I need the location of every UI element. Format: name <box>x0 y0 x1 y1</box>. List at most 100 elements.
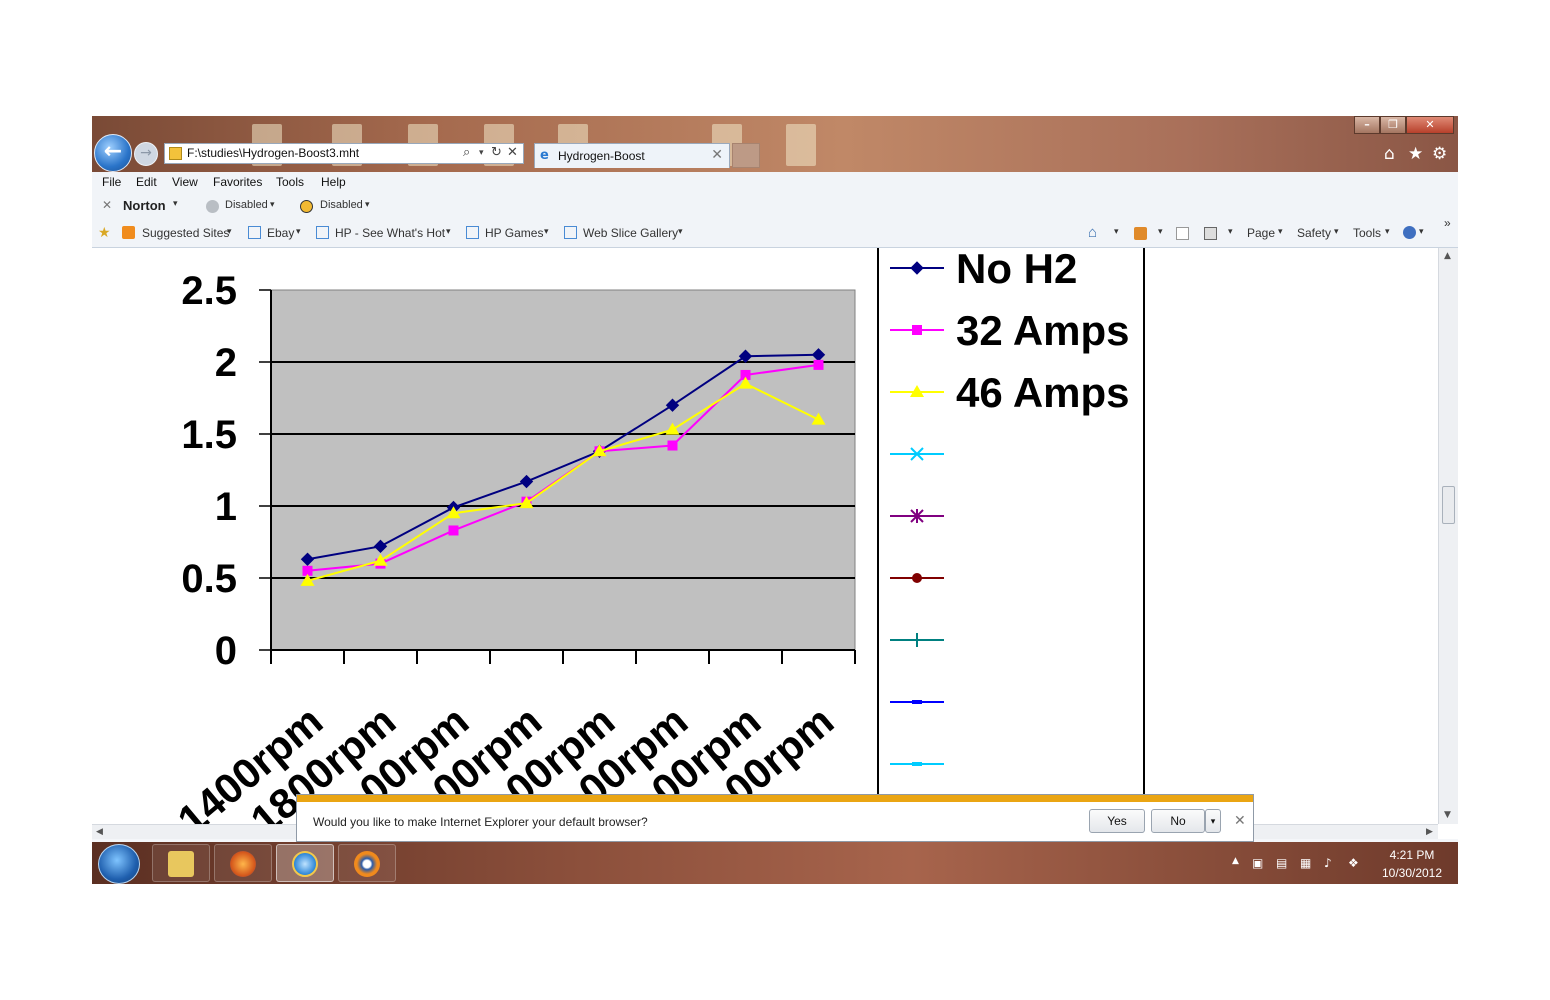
show-hidden-icons[interactable]: ▲ <box>1232 856 1239 866</box>
data-point <box>448 525 459 536</box>
chevron-down-icon[interactable]: ▾ <box>1114 226 1119 237</box>
chevron-down-icon[interactable]: ▾ <box>1228 226 1233 237</box>
taskbar-firefox[interactable] <box>214 844 272 882</box>
menu-file[interactable]: File <box>102 175 121 189</box>
help-icon[interactable] <box>1403 226 1416 239</box>
chevron-down-icon[interactable]: ▾ <box>1419 226 1424 237</box>
search-icon[interactable]: ⌕ <box>463 145 470 160</box>
notification-message: Would you like to make Internet Explorer… <box>313 815 648 829</box>
menu-help[interactable]: Help <box>321 175 346 189</box>
default-browser-notification: Would you like to make Internet Explorer… <box>296 794 1254 842</box>
device-tray-icon[interactable]: ▤ <box>1276 856 1287 870</box>
fav-hp-games[interactable]: HP Games <box>485 226 543 240</box>
forward-button[interactable]: → <box>134 142 158 166</box>
notification-stripe <box>297 795 1253 802</box>
clock-date[interactable]: 10/30/2012 <box>1372 866 1452 880</box>
rpm-efficiency-chart: 00.511.522.51400rpm1800rpm00rpm00rpm00rp… <box>169 248 1145 824</box>
menu-tools[interactable]: Tools <box>276 175 304 189</box>
network-icon[interactable]: ▦ <box>1300 856 1311 870</box>
chevron-down-icon[interactable]: ▾ <box>227 226 232 237</box>
browser-titlebar: ← → F:\studies\Hydrogen-Boost3.mht ⌕ ▾ ↻… <box>92 116 1458 172</box>
chevron-down-icon[interactable]: ▾ <box>173 198 178 209</box>
feeds-icon[interactable] <box>1134 227 1147 240</box>
tools-menu[interactable]: Tools <box>1353 226 1381 240</box>
menu-edit[interactable]: Edit <box>136 175 157 189</box>
chevron-down-icon[interactable]: ▾ <box>1334 226 1339 237</box>
start-button[interactable] <box>98 844 140 884</box>
menu-bar: File Edit View Favorites Tools Help <box>92 172 1458 194</box>
taskbar-explorer[interactable] <box>152 844 210 882</box>
close-window-button[interactable]: ✕ <box>1406 116 1454 134</box>
norton-tray-icon[interactable]: ▣ <box>1252 856 1263 870</box>
desktop-screen: ← → F:\studies\Hydrogen-Boost3.mht ⌕ ▾ ↻… <box>92 116 1458 884</box>
home-icon[interactable]: ⌂ <box>1384 144 1395 164</box>
volume-icon[interactable]: ♪ <box>1324 856 1332 870</box>
fav-web-slice-gallery[interactable]: Web Slice Gallery <box>583 226 678 240</box>
mail-icon[interactable] <box>1176 227 1189 240</box>
vertical-scroll-thumb[interactable] <box>1442 486 1455 524</box>
data-point <box>813 359 824 370</box>
scroll-down-icon[interactable]: ▼ <box>1444 810 1451 820</box>
yes-button[interactable]: Yes <box>1089 809 1145 833</box>
tab-hydrogen-boost[interactable]: e Hydrogen-Boost ✕ <box>534 143 730 168</box>
scroll-right-icon[interactable]: ▶ <box>1426 827 1433 837</box>
chevron-down-icon[interactable]: ▾ <box>1385 226 1390 237</box>
maximize-button[interactable]: ❐ <box>1380 116 1406 134</box>
y-tick-label: 0.5 <box>181 557 237 601</box>
taskbar: ▲ ▣ ▤ ▦ ♪ ❖ 4:21 PM 10/30/2012 <box>92 842 1458 884</box>
toolbar-close-icon[interactable]: ✕ <box>102 198 112 212</box>
chevron-down-icon[interactable]: ▾ <box>365 199 370 210</box>
scroll-up-icon[interactable]: ▲ <box>1444 251 1451 261</box>
print-icon[interactable] <box>1204 227 1217 240</box>
notification-close-icon[interactable]: ✕ <box>1234 813 1246 829</box>
dropdown-icon[interactable]: ▾ <box>479 148 484 158</box>
no-options-dropdown-icon[interactable]: ▾ <box>1205 809 1221 833</box>
toolbar-overflow-icon[interactable]: » <box>1444 216 1451 230</box>
back-button[interactable]: ← <box>94 134 132 172</box>
legend-label: 32 Amps <box>956 307 1130 354</box>
tab-close-icon[interactable]: ✕ <box>711 147 723 163</box>
chevron-down-icon[interactable]: ▾ <box>1158 226 1163 237</box>
address-url[interactable]: F:\studies\Hydrogen-Boost3.mht <box>187 146 359 160</box>
norton-menu[interactable]: Norton <box>123 198 166 213</box>
page-menu[interactable]: Page <box>1247 226 1275 240</box>
legend-label: No H2 <box>956 248 1077 292</box>
stop-icon[interactable]: ✕ <box>507 145 518 160</box>
refresh-icon[interactable]: ↻ <box>491 145 502 160</box>
y-tick-label: 1.5 <box>181 413 237 457</box>
chevron-down-icon[interactable]: ▾ <box>1278 226 1283 237</box>
chevron-down-icon[interactable]: ▾ <box>296 226 301 237</box>
menu-view[interactable]: View <box>172 175 198 189</box>
menu-favorites[interactable]: Favorites <box>213 175 262 189</box>
dropbox-icon[interactable]: ❖ <box>1348 856 1359 870</box>
taskbar-blender[interactable] <box>338 844 396 882</box>
minimize-button[interactable]: – <box>1354 116 1380 134</box>
add-favorites-star-icon[interactable]: ★ <box>98 224 111 241</box>
scroll-left-icon[interactable]: ◀ <box>96 827 103 837</box>
fav-suggested-sites[interactable]: Suggested Sites <box>142 226 229 240</box>
chevron-down-icon[interactable]: ▾ <box>678 226 683 237</box>
address-bar[interactable]: F:\studies\Hydrogen-Boost3.mht ⌕ ▾ ↻ ✕ <box>164 143 524 164</box>
taskbar-internet-explorer[interactable] <box>276 844 334 882</box>
y-tick-label: 2 <box>215 341 237 385</box>
norton-status-1[interactable]: Disabled <box>225 199 268 211</box>
chevron-down-icon[interactable]: ▾ <box>270 199 275 210</box>
fav-hp-whats-hot[interactable]: HP - See What's Hot <box>335 226 445 240</box>
legend-marker <box>911 633 923 647</box>
plot-area <box>270 289 856 651</box>
safe-search-icon <box>300 200 313 213</box>
new-tab-button[interactable] <box>732 143 760 168</box>
chevron-down-icon[interactable]: ▾ <box>446 226 451 237</box>
clock-time[interactable]: 4:21 PM <box>1384 848 1440 862</box>
favorites-star-icon[interactable]: ★ <box>1408 144 1423 164</box>
vertical-scrollbar[interactable]: ▲ ▼ <box>1438 248 1458 824</box>
no-button[interactable]: No <box>1151 809 1205 833</box>
safety-menu[interactable]: Safety <box>1297 226 1331 240</box>
tab-title: Hydrogen-Boost <box>558 149 645 163</box>
fav-ebay[interactable]: Ebay <box>267 226 294 240</box>
favorites-bar: ★ Suggested Sites ▾ Ebay ▾ HP - See What… <box>92 216 1458 248</box>
chevron-down-icon[interactable]: ▾ <box>544 226 549 237</box>
home-icon[interactable]: ⌂ <box>1088 224 1097 241</box>
norton-status-2[interactable]: Disabled <box>320 199 363 211</box>
gear-icon[interactable]: ⚙ <box>1432 144 1447 164</box>
